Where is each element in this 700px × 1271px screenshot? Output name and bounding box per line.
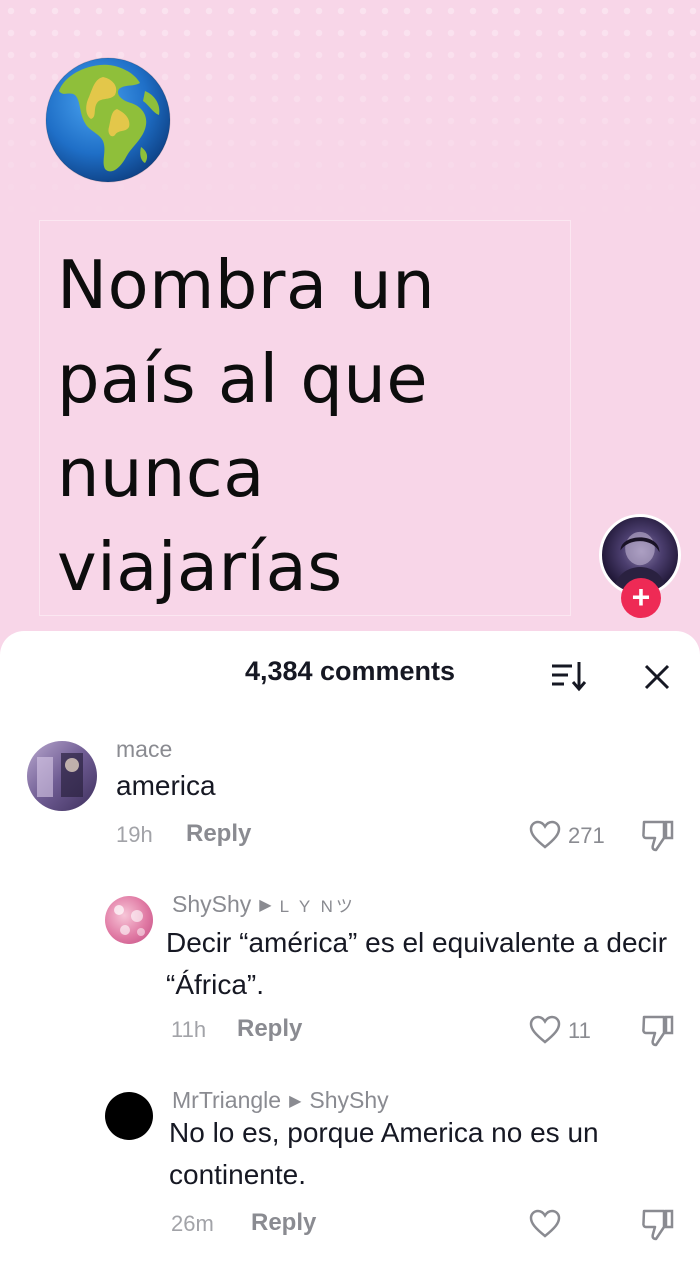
reply-arrow-icon: ▶	[259, 897, 272, 914]
comment-username[interactable]: mace	[116, 736, 172, 763]
reply-username-line: ShyShy ▶ L Y Nツ	[172, 891, 356, 918]
comment-text: Decir “américa” es el equivalente a deci…	[166, 927, 668, 1000]
user-avatar[interactable]	[27, 741, 97, 811]
avatar-pattern-icon	[114, 905, 145, 936]
reply-button[interactable]: Reply	[186, 820, 251, 848]
replied-to-username[interactable]: ShyShy	[309, 1087, 388, 1113]
comment-text: No lo es, porque America no es un contin…	[169, 1117, 599, 1190]
avatar-photo-icon	[37, 753, 83, 797]
comment-username[interactable]: ShyShy	[172, 891, 251, 917]
reply-username-line: MrTriangle ▶ ShyShy	[172, 1087, 389, 1114]
close-icon[interactable]	[640, 660, 674, 694]
like-count: 11	[568, 1018, 591, 1043]
reply-arrow-icon: ▶	[289, 1093, 302, 1110]
comment-text: america	[116, 770, 216, 801]
thumbs-down-icon[interactable]	[640, 1207, 676, 1241]
user-avatar[interactable]	[105, 1092, 153, 1140]
reply-button[interactable]: Reply	[237, 1015, 302, 1043]
comment-username[interactable]: MrTriangle	[172, 1087, 281, 1113]
heart-icon[interactable]	[528, 820, 562, 850]
comment-time: 26m	[171, 1211, 214, 1236]
thumbs-down-icon[interactable]	[640, 818, 676, 852]
like-count: 271	[568, 823, 605, 848]
heart-icon[interactable]	[528, 1015, 562, 1045]
heart-icon[interactable]	[528, 1209, 562, 1239]
question-text: Nombra un país al que nunca viajarías	[57, 246, 436, 606]
follow-button[interactable]: +	[621, 578, 661, 618]
user-avatar[interactable]	[105, 896, 153, 944]
comments-count: 4,384 comments	[244, 656, 456, 686]
sort-icon[interactable]	[548, 658, 588, 694]
reply-button[interactable]: Reply	[251, 1209, 316, 1237]
comment-time: 19h	[116, 822, 153, 847]
comment-time: 11h	[171, 1017, 207, 1042]
thumbs-down-icon[interactable]	[640, 1013, 676, 1047]
plus-icon: +	[631, 579, 651, 615]
earth-globe-icon	[45, 57, 171, 183]
replied-to-username[interactable]: L Y Nツ	[280, 897, 356, 916]
